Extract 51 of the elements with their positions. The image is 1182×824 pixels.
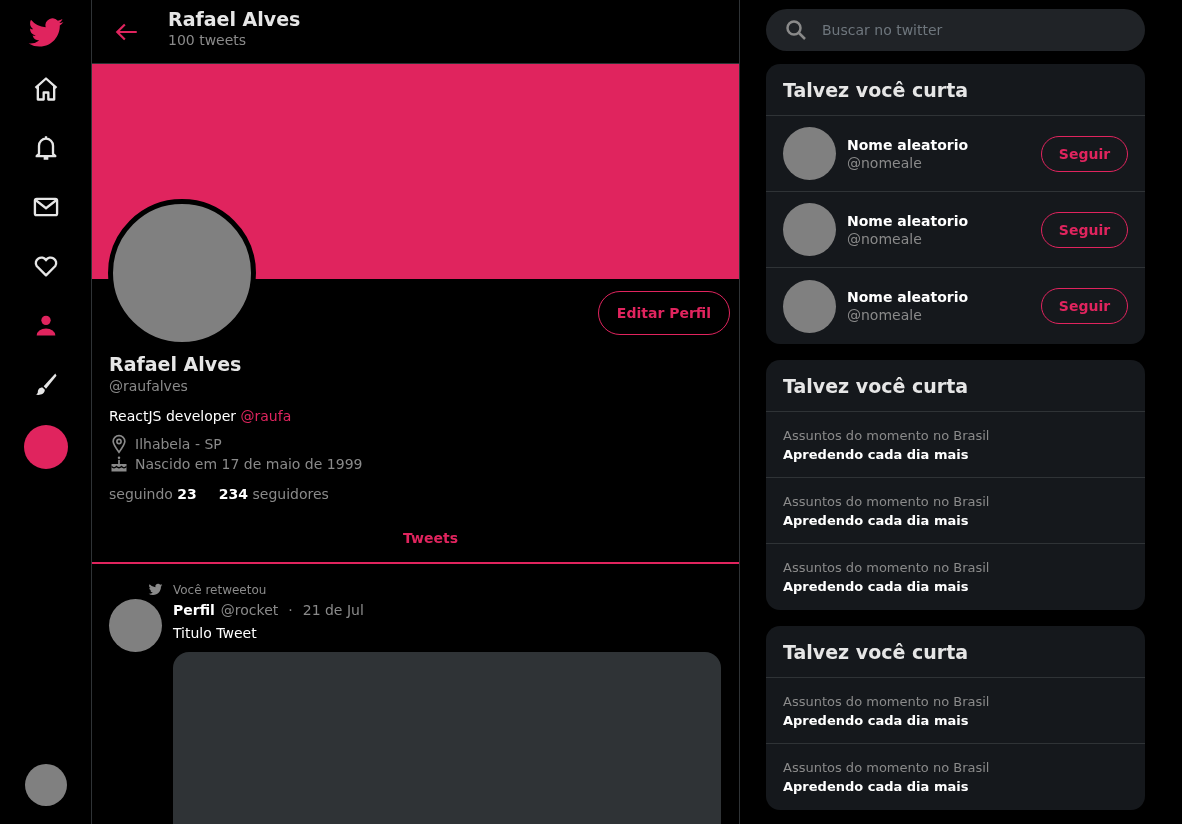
user-name: Nome aleatorio — [847, 289, 970, 305]
user-handle: @nomeale — [847, 307, 923, 323]
mention-link[interactable]: @raufa — [240, 408, 292, 424]
user-avatar — [783, 279, 836, 333]
compose-button[interactable] — [23, 425, 68, 469]
user-avatar — [783, 203, 836, 256]
separator-dot: · — [288, 602, 293, 618]
tweet-count: 100 tweets — [168, 31, 248, 48]
trend-item[interactable]: Assuntos do momento no Brasil Apredendo cada dia mais — [766, 678, 1145, 744]
avatar[interactable] — [24, 764, 67, 806]
following-count[interactable]: seguindo 23 — [109, 486, 197, 502]
followers-count[interactable]: 234 seguidores — [218, 486, 329, 502]
trend-topic: Apredendo cada dia mais — [783, 712, 970, 728]
bird-icon — [148, 582, 163, 597]
profile-handle: @raufalves — [109, 378, 189, 394]
tweet-handle: @rocket — [220, 602, 279, 618]
bio-text: ReactJS developer @raufa — [109, 408, 293, 424]
trend-item[interactable]: Assuntos do momento no Brasil Apredendo cada dia mais — [766, 544, 1145, 610]
tab[interactable]: Tweets — [92, 514, 739, 564]
user-name: Nome aleatorio — [847, 136, 970, 153]
profile-name: Rafael Alves — [109, 353, 243, 375]
search-field[interactable]: Buscar no twitter — [766, 9, 1145, 51]
trend-category: Assuntos do momento no Brasil — [783, 693, 991, 709]
trend-category: Assuntos do momento no Brasil — [783, 427, 991, 443]
trend-topic: Apredendo cada dia mais — [783, 446, 970, 462]
panel-title: Talvez você curta — [766, 64, 1145, 116]
location-pin-icon — [109, 434, 129, 454]
panel-title: Talvez você curta — [766, 360, 1145, 412]
user-handle: @nomeale — [847, 230, 923, 247]
trend-topic: Apredendo cada dia mais — [783, 579, 970, 594]
cake-icon — [109, 454, 129, 474]
location-text: Ilhabela - SP — [135, 436, 222, 452]
trend-category: Assuntos do momento no Brasil — [783, 760, 991, 775]
tweet-date: 21 de Jul — [302, 602, 364, 618]
trend-topic: Apredendo cada dia mais — [783, 512, 970, 528]
user-avatar — [783, 127, 836, 180]
tweet-avatar — [109, 599, 162, 652]
panel-title: Talvez você curta — [766, 626, 1145, 678]
trend-item[interactable]: Assuntos do momento no Brasil Apredendo cada dia mais — [766, 744, 1145, 810]
user-name: Nome aleatorio — [847, 212, 970, 229]
tweet-author: Perfil — [173, 602, 215, 618]
trend-item[interactable]: Assuntos do momento no Brasil Apredendo cada dia mais — [766, 412, 1145, 478]
trend-category: Assuntos do momento no Brasil — [783, 560, 991, 575]
trend-item[interactable]: Assuntos do momento no Brasil Apredendo cada dia mais — [766, 478, 1145, 544]
trend-category: Assuntos do momento no Brasil — [783, 493, 991, 509]
birthday-text: Nascido em 17 de maio de 1999 — [135, 456, 363, 472]
header-title: Rafael Alves — [168, 7, 301, 30]
tweet-text: Titulo Tweet — [173, 625, 258, 641]
trend-topic: Apredendo cada dia mais — [783, 779, 970, 794]
retweet-note: Você retweetou — [173, 582, 267, 597]
user-handle: @nomeale — [847, 154, 923, 171]
